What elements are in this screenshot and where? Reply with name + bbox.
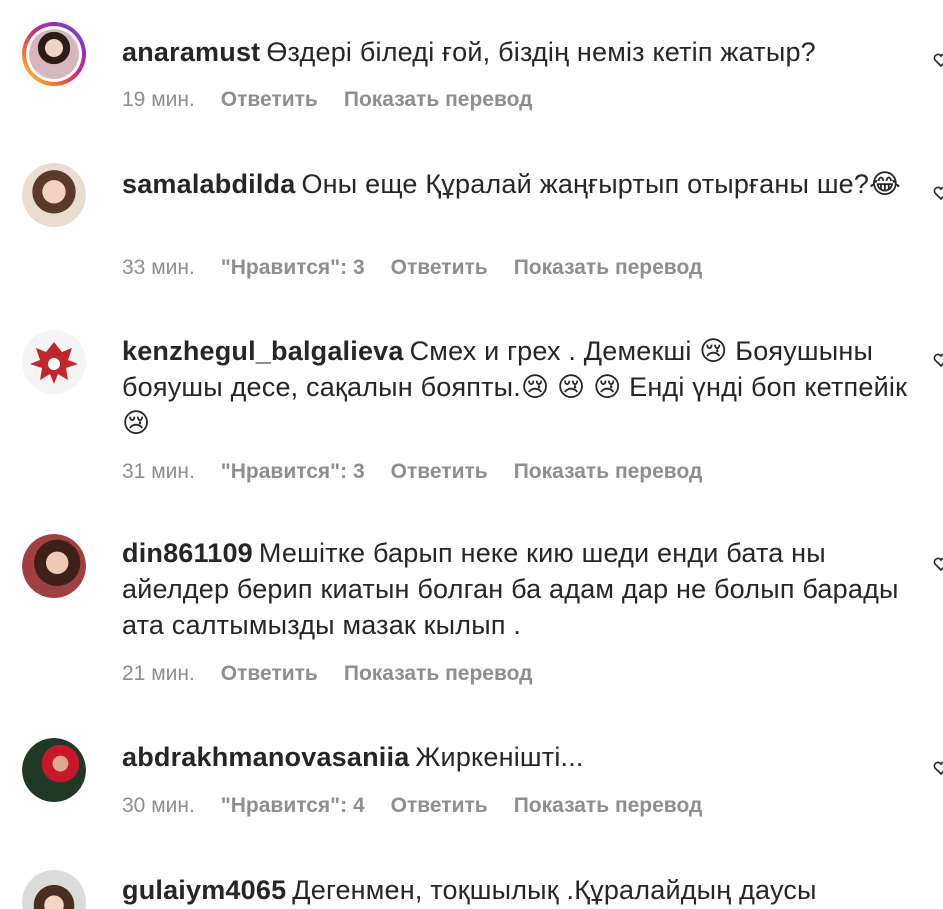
comment-text: abdrakhmanovasaniia Жиркенішті... [122,739,922,775]
comment-username[interactable]: din861109 [122,538,253,568]
reply-button[interactable]: Ответить [391,794,488,818]
comment-text: anaramust Өздері біледі ғой, біздің неміз… [122,34,922,70]
comment-username[interactable]: anaramust [122,37,260,67]
comment-meta: 30 мин. "Нравится": 4 Ответить Показать … [122,794,702,818]
comment-username[interactable]: kenzhegul_balgalieva [122,336,404,366]
translate-button[interactable]: Показать перевод [344,88,533,112]
comment-time[interactable]: 21 мин. [122,662,195,686]
comment-body: Дегенмен, тоқшылық .Құралайдың даусы [292,875,817,905]
avatar[interactable] [22,738,86,802]
comments-list: anaramust Өздері біледі ғой, біздің неміз… [0,0,943,909]
comment-username[interactable]: samalabdilda [122,169,295,199]
ornament-logo-icon [30,342,78,384]
likes-count[interactable]: "Нравится": 3 [221,460,365,484]
heart-icon[interactable] [933,52,943,68]
comment-text: din861109 Мешітке барып неке кию шеди енд… [122,535,922,643]
comment-body: Жиркенішті... [415,742,584,772]
comment-text: samalabdilda Оны еще Құралай жаңғыртып от… [122,166,922,202]
comment-time[interactable]: 30 мин. [122,794,195,818]
reply-button[interactable]: Ответить [391,460,488,484]
comment-meta: 19 мин. Ответить Показать перевод [122,88,532,112]
translate-button[interactable]: Показать перевод [344,662,533,686]
comment-body: Оны еще Құралай жаңғыртып отырғаны ше?😂 [301,169,901,199]
comment-body: Өздері біледі ғой, біздің неміз кетіп жа… [266,37,816,67]
avatar[interactable] [22,163,86,227]
likes-count[interactable]: "Нравится": 3 [221,256,365,280]
comment-meta: 33 мин. "Нравится": 3 Ответить Показать … [122,256,702,280]
translate-button[interactable]: Показать перевод [514,256,703,280]
likes-count[interactable]: "Нравится": 4 [221,794,365,818]
avatar[interactable] [22,330,86,394]
comment-username[interactable]: abdrakhmanovasaniia [122,742,409,772]
translate-button[interactable]: Показать перевод [514,794,703,818]
comment-time[interactable]: 31 мин. [122,460,195,484]
comment-text: gulaiym4065 Дегенмен, тоқшылық .Құралайды… [122,872,922,908]
comment-meta: 31 мин. "Нравится": 3 Ответить Показать … [122,460,702,484]
heart-icon[interactable] [933,185,943,201]
translate-button[interactable]: Показать перевод [514,460,703,484]
comment-meta: 21 мин. Ответить Показать перевод [122,662,532,686]
comment-username[interactable]: gulaiym4065 [122,875,286,905]
comment-text: kenzhegul_balgalieva Смех и грех . Демекш… [122,333,922,441]
reply-button[interactable]: Ответить [391,256,488,280]
avatar[interactable] [22,870,86,909]
heart-icon[interactable] [933,352,943,368]
comment-time[interactable]: 19 мин. [122,88,195,112]
avatar[interactable] [22,22,86,86]
reply-button[interactable]: Ответить [221,662,318,686]
heart-icon[interactable] [933,556,943,572]
heart-icon[interactable] [933,760,943,776]
comment-time[interactable]: 33 мин. [122,256,195,280]
reply-button[interactable]: Ответить [221,88,318,112]
avatar[interactable] [22,534,86,598]
